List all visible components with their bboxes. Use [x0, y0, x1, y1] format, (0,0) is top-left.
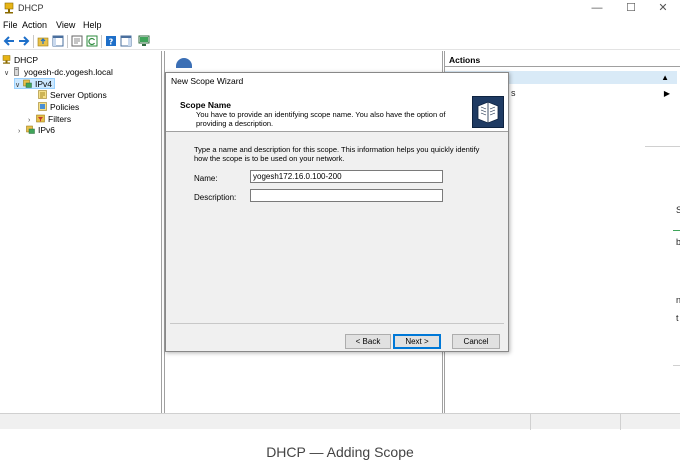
chevron-down-icon[interactable]: ∨: [15, 80, 23, 91]
toolbar: ?: [0, 33, 680, 50]
ipv6-icon: [26, 125, 35, 134]
actions-header: Actions: [445, 55, 680, 67]
dhcp-app-icon: [4, 2, 14, 14]
wizard-heading: Scope Name: [180, 100, 232, 110]
description-label: Description:: [194, 193, 237, 202]
scope-description-field[interactable]: [250, 189, 443, 202]
tree-label-filters: Filters: [48, 114, 72, 124]
actions-fragment-n: n: [676, 295, 680, 305]
filters-icon: [36, 114, 45, 123]
maximize-button[interactable]: ☐: [614, 0, 648, 17]
actions-fragment-s: s: [511, 88, 516, 98]
chevron-down-icon[interactable]: ∨: [4, 68, 12, 79]
collapse-up-icon[interactable]: ▲: [661, 73, 669, 82]
wizard-header: Scope Name You have to provide an identi…: [166, 90, 508, 132]
wizard-title: New Scope Wizard: [166, 73, 508, 90]
server-options-icon: [38, 90, 47, 99]
menu-action[interactable]: Action: [22, 20, 47, 30]
caption: DHCP — Adding Scope: [266, 444, 414, 460]
forward-arrow-icon[interactable]: [18, 35, 30, 47]
up-folder-icon[interactable]: [37, 35, 49, 47]
window-title: DHCP: [18, 3, 44, 13]
menu-help[interactable]: Help: [83, 20, 102, 30]
ipv4-icon: [23, 79, 32, 88]
status-bar: [0, 413, 680, 430]
refresh-icon[interactable]: [86, 35, 98, 47]
menu-bar: File Action View Help: [0, 18, 680, 32]
submenu-right-icon[interactable]: ▶: [664, 89, 670, 98]
close-button[interactable]: ✕: [646, 0, 680, 17]
tree-label-server: yogesh-dc.yogesh.local: [24, 67, 113, 77]
policies-icon: [38, 102, 47, 111]
wizard-divider: [170, 323, 504, 324]
actions-fragment-S: S: [676, 205, 680, 215]
tree-item-policies[interactable]: Policies: [38, 102, 79, 113]
tree-label-ipv6: IPv6: [38, 125, 56, 135]
tree-item-dhcp[interactable]: DHCP: [2, 55, 38, 66]
properties-icon[interactable]: [71, 35, 83, 47]
menu-view[interactable]: View: [56, 20, 75, 30]
name-label: Name:: [194, 174, 218, 183]
console-tree: DHCP ∨ yogesh-dc.yogesh.local ∨ IPv4 Serve…: [0, 51, 162, 413]
menu-file[interactable]: File: [3, 20, 18, 30]
show-action-pane-icon[interactable]: [120, 35, 132, 47]
cancel-button[interactable]: Cancel: [452, 334, 500, 349]
back-button[interactable]: < Back: [345, 334, 391, 349]
tree-label-dhcp: DHCP: [14, 55, 39, 65]
title-bar: DHCP — ☐ ✕: [0, 0, 680, 17]
back-arrow-icon[interactable]: [3, 35, 15, 47]
minimize-button[interactable]: —: [580, 0, 614, 17]
next-button[interactable]: Next >: [393, 334, 441, 349]
scope-name-field[interactable]: [250, 170, 443, 183]
tree-item-ipv4[interactable]: ∨ IPv4: [14, 78, 56, 91]
chevron-right-icon[interactable]: ›: [18, 126, 26, 137]
help-icon[interactable]: ?: [105, 35, 117, 47]
new-scope-wizard-dialog: New Scope Wizard Scope Name You have to …: [165, 72, 509, 352]
show-hide-tree-icon[interactable]: [52, 35, 64, 47]
tree-label-policies: Policies: [50, 102, 80, 112]
tree-label-server-options: Server Options: [50, 90, 107, 100]
monitor-icon[interactable]: [138, 35, 150, 47]
svg-text:?: ?: [109, 38, 114, 47]
tree-item-ipv6[interactable]: › IPv6: [18, 125, 55, 136]
actions-fragment-t: t: [676, 313, 679, 323]
tree-label-ipv4: IPv4: [35, 79, 53, 89]
tree-item-server[interactable]: ∨ yogesh-dc.yogesh.local: [4, 67, 113, 78]
actions-fragment-b: b: [676, 237, 680, 247]
wizard-instructions: Type a name and description for this sco…: [194, 145, 480, 163]
dhcp-icon: [2, 55, 11, 64]
wizard-subheading: You have to provide an identifying scope…: [196, 110, 446, 128]
wizard-book-icon: [472, 96, 504, 128]
server-icon: [14, 67, 19, 76]
tree-item-server-options[interactable]: Server Options: [38, 90, 107, 101]
info-icon: [176, 58, 192, 68]
tree-item-filters[interactable]: › Filters: [28, 114, 71, 125]
